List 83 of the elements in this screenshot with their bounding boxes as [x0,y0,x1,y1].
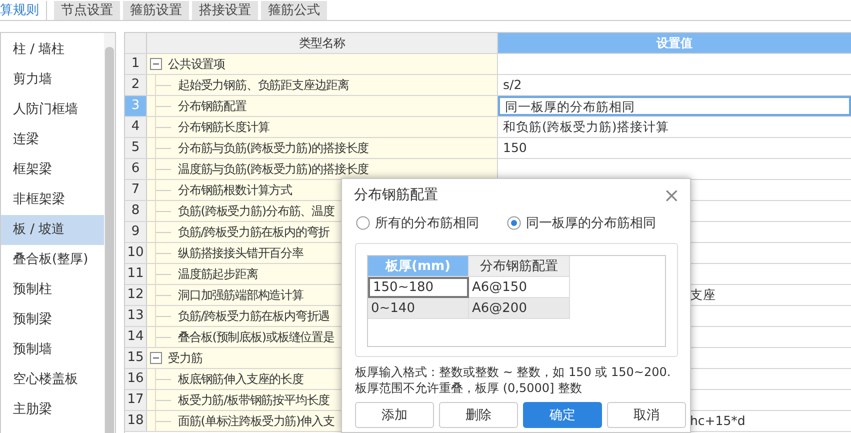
row-number: 16 [125,369,147,389]
row-number: 2 [125,75,147,95]
scrollbar[interactable] [104,33,115,433]
setting-name: 分布钢筋配置 [178,98,246,114]
sidebar-item[interactable]: 框架梁 [1,155,104,185]
sidebar-item[interactable]: 连梁 [1,125,104,155]
tab[interactable]: 节点设置 [54,1,120,20]
row-number: 17 [125,390,147,410]
group-name: 公共设置项 [168,56,226,72]
setting-name: 板受力筋/板带钢筋按平均长度 [178,392,330,408]
radio-icon[interactable] [356,216,370,230]
sidebar-item[interactable]: 预制柱 [1,275,104,305]
row-number: 3 [125,96,147,116]
radio-option[interactable]: 所有的分布筋相同 [356,214,479,232]
dialog-button[interactable]: 删除 [439,402,518,428]
row-number: 5 [125,138,147,158]
setting-value: 150 [503,140,527,155]
sidebar-item[interactable]: 板 / 坡道 [1,215,104,245]
row-number: 7 [125,180,147,200]
row-number: 10 [125,243,147,263]
setting-name: 负筋/跨板受力筋在板内弯折遇 [178,308,330,324]
ok-button[interactable]: 确定 [523,402,602,428]
sidebar-item[interactable]: 柱 / 墙柱 [1,35,104,65]
tab[interactable]: 搭接设置 [192,1,258,20]
setting-value: s/2 [503,77,522,92]
close-button[interactable]: × [663,185,680,205]
setting-name: 负筋(跨板受力筋)分布筋、温度 [178,202,334,220]
sidebar-item[interactable]: 非框架梁 [1,185,104,215]
radio-icon[interactable] [507,216,521,230]
sidebar-item[interactable]: 叠合板(整厚) [1,245,104,275]
scroll-thumb[interactable] [105,47,114,433]
setting-name: 面筋(单标注跨板受力筋)伸入支 [178,412,334,430]
sidebar-item[interactable]: 人防门框墙 [1,95,104,125]
setting-name: 纵筋搭接接头错开百分率 [178,244,304,262]
collapse-icon[interactable] [150,58,162,70]
row-number: 9 [125,222,147,242]
group-name: 受力筋 [168,350,202,366]
grid-cell: A6@200 [469,298,570,319]
row-number: 14 [125,327,147,347]
sidebar-item[interactable]: 空心楼盖板 [1,365,104,395]
tab[interactable]: 算规则 [0,1,47,20]
setting-value: 和负筋(跨板受力筋)搭接计算 [503,119,669,134]
radio-option[interactable]: 同一板厚的分布筋相同 [507,214,656,232]
column-header: 分布钢筋配置 [469,256,570,277]
setting-name: 起始受力钢筋、负筋距支座边距离 [178,76,350,94]
sidebar-item[interactable]: 剪力墙 [1,65,104,95]
dialog-button[interactable]: 添加 [355,402,434,428]
setting-value: 同一板厚的分布筋相同 [505,99,635,114]
row-number: 8 [125,201,147,221]
row-number: 15 [125,348,147,368]
row-number: 12 [125,285,147,305]
row-number: 4 [125,117,147,137]
setting-value: 支座 [690,287,716,302]
setting-name: 负筋/跨板受力筋在板内的弯折 [178,224,330,240]
collapse-icon[interactable] [150,352,162,364]
tab[interactable]: 箍筋设置 [123,1,189,20]
cell-editor[interactable]: 150~180 [368,277,469,298]
setting-name: 分布筋与负筋(跨板受力筋)的搭接长度 [178,140,369,156]
setting-name: 温度筋与负筋(跨板受力筋)的搭接长度 [178,160,369,178]
sidebar-item[interactable]: 主肋梁 [1,395,104,425]
column-header: 板厚(mm) [368,256,469,277]
sidebar-item[interactable]: 预制墙 [1,335,104,365]
row-number: 6 [125,159,147,179]
setting-name: 分布钢筋根数计算方式 [178,182,292,198]
setting-value: hc+15*d [690,413,746,428]
setting-name: 板底钢筋伸入支座的长度 [178,370,304,388]
dialog-title: 分布钢筋配置 [354,186,438,204]
column-header: 设置值 [498,33,851,53]
row-number: 18 [125,411,147,431]
sidebar-item[interactable]: 预制梁 [1,305,104,335]
row-number: 11 [125,264,147,284]
column-header: 类型名称 [147,33,498,53]
setting-name: 分布钢筋长度计算 [178,118,270,136]
hint-text: 板厚输入格式：整数或整数 ~ 整数，如 150 或 150~200. [355,364,672,380]
setting-name: 叠合板(预制底板)或板缝位置是 [178,328,334,346]
setting-name: 洞口加强筋端部构造计算 [178,286,304,304]
dialog-button[interactable]: 取消 [607,402,686,428]
grid-cell: 0~140 [368,298,469,319]
tab[interactable]: 箍筋公式 [261,1,327,20]
setting-name: 温度筋起步距离 [178,266,258,282]
hint-text: 板厚范围不允许重叠，板厚 (0,5000] 整数 [355,380,583,396]
row-number: 1 [125,54,147,74]
row-number: 13 [125,306,147,326]
